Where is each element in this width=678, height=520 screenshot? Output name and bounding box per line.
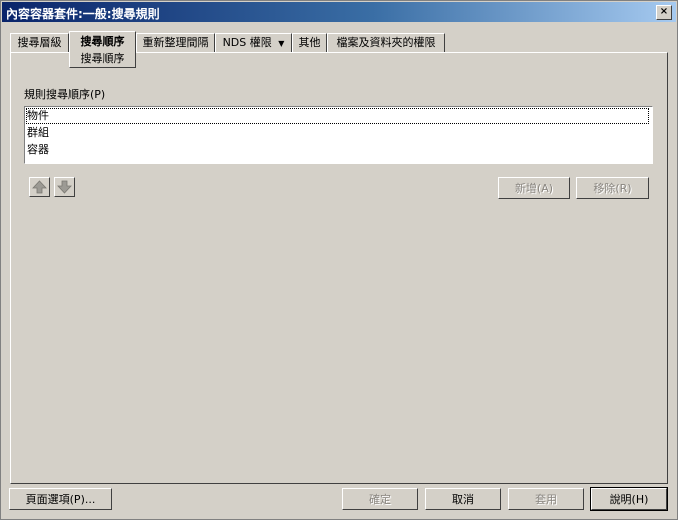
arrow-up-icon: [32, 180, 47, 194]
tab-file-folder-rights[interactable]: 檔案及資料夾的權限: [327, 33, 445, 52]
rules-list-label: 規則搜尋順序(P): [24, 88, 106, 101]
tab-nds-rights[interactable]: NDS 權限 ▼: [215, 33, 292, 52]
move-up-button[interactable]: [29, 177, 50, 197]
rules-listbox[interactable]: 物件 群組 容器: [24, 106, 653, 164]
remove-button[interactable]: 移除(R): [576, 177, 649, 199]
tab-label: NDS 權限: [222, 36, 272, 49]
close-button[interactable]: ×: [656, 5, 672, 20]
title-bar: 內容容器套件:一般:搜尋規則 ×: [2, 2, 676, 22]
ok-button[interactable]: 確定: [342, 488, 418, 510]
window-title: 內容容器套件:一般:搜尋規則: [6, 7, 160, 21]
list-item-label: 物件: [27, 109, 49, 122]
tab-label: 檔案及資料夾的權限: [336, 36, 436, 49]
list-item-label: 群組: [27, 126, 49, 139]
tab-search-order[interactable]: 搜尋順序: [69, 31, 136, 53]
tab-search-level[interactable]: 搜尋層級: [10, 33, 69, 52]
cancel-button[interactable]: 取消: [425, 488, 501, 510]
arrow-down-icon: [57, 180, 72, 194]
subtab-label: 搜尋順序: [80, 52, 125, 65]
page-options-button[interactable]: 頁面選項(P)...: [9, 488, 112, 510]
list-item-label: 容器: [27, 143, 49, 156]
tab-label: 搜尋層級: [17, 36, 62, 49]
move-down-button[interactable]: [54, 177, 75, 197]
tab-label: 重新整理間隔: [142, 36, 209, 49]
add-button[interactable]: 新增(A): [498, 177, 570, 199]
list-item[interactable]: 群組: [26, 125, 649, 141]
subtab-search-order[interactable]: 搜尋順序: [69, 52, 136, 68]
list-item[interactable]: 容器: [26, 142, 649, 158]
tab-refresh-interval[interactable]: 重新整理間隔: [136, 33, 215, 52]
apply-button[interactable]: 套用: [508, 488, 584, 510]
help-button[interactable]: 說明(H): [590, 487, 668, 511]
tab-label: 搜尋順序: [80, 35, 125, 48]
list-item[interactable]: 物件: [26, 108, 649, 124]
chevron-down-icon[interactable]: ▼: [278, 39, 284, 48]
close-icon: ×: [659, 6, 669, 17]
tab-label: 其他: [298, 36, 321, 49]
tab-other[interactable]: 其他: [292, 33, 327, 52]
